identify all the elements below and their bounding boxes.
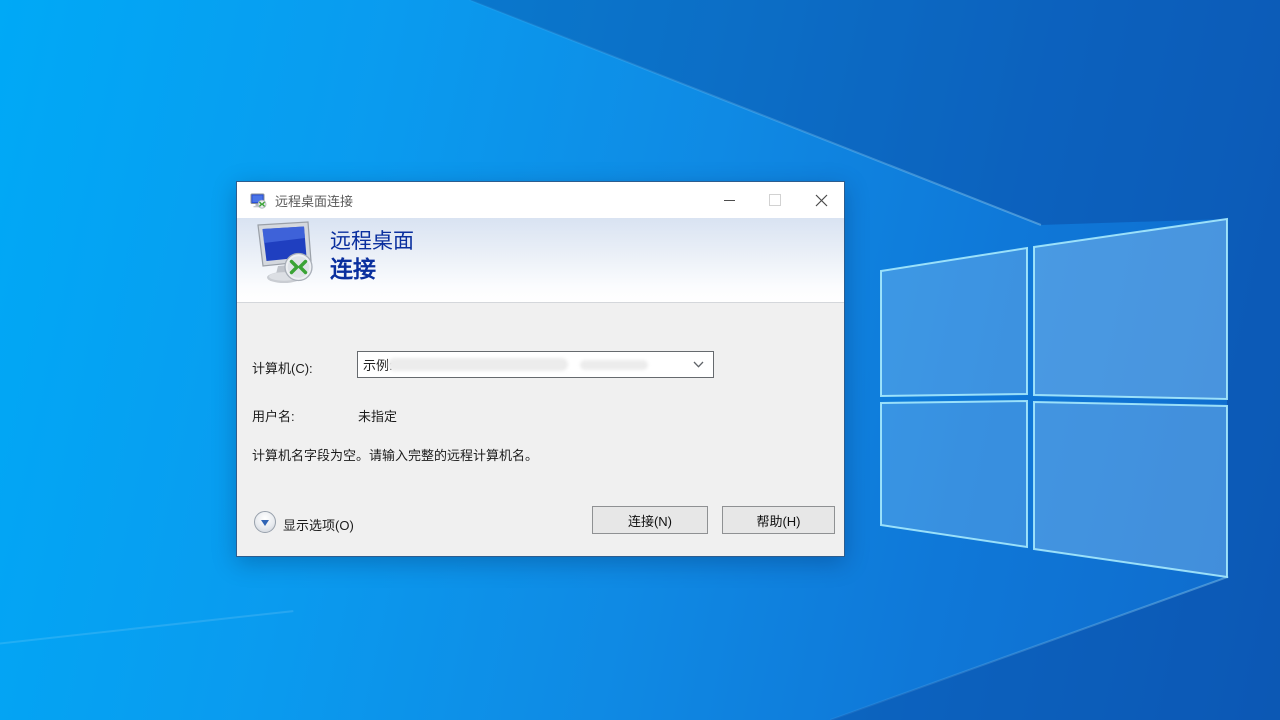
redacted-text-blur <box>388 358 568 371</box>
minimize-icon <box>723 199 735 201</box>
show-options-button[interactable] <box>254 511 276 533</box>
minimize-button[interactable] <box>706 182 752 218</box>
computer-combobox[interactable]: 示例: <box>357 351 714 378</box>
username-label: 用户名: <box>252 409 295 424</box>
help-button[interactable]: 帮助(H) <box>722 506 835 534</box>
maximize-icon <box>769 194 781 206</box>
redacted-text-blur <box>580 360 648 370</box>
options-expander-icon <box>261 519 269 526</box>
dialog-body: 计算机(C): 示例: 用户名: 未指定 计算机名字段为空。请输入完整的远程计算… <box>237 302 844 556</box>
banner-title-line2: 连接 <box>330 256 376 282</box>
combo-chevron-icon <box>693 361 704 368</box>
close-button[interactable] <box>798 182 844 218</box>
status-message: 计算机名字段为空。请输入完整的远程计算机名。 <box>252 448 539 463</box>
window-controls <box>706 182 844 218</box>
rdp-app-icon <box>250 193 267 209</box>
rdp-banner-icon <box>257 221 313 283</box>
window-title: 远程桌面连接 <box>275 193 354 209</box>
desktop: 远程桌面连接 远程桌面 连接 计算机(C): 示例: 用户名: 未指定 计算机名… <box>0 0 1280 720</box>
username-value: 未指定 <box>358 409 398 424</box>
show-options-label[interactable]: 显示选项(O) <box>283 515 354 534</box>
banner: 远程桌面 连接 <box>237 218 844 303</box>
close-icon <box>815 194 827 206</box>
computer-label: 计算机(C): <box>252 361 313 376</box>
maximize-button <box>752 182 798 218</box>
titlebar[interactable]: 远程桌面连接 <box>237 182 844 218</box>
connect-button[interactable]: 连接(N) <box>592 506 708 534</box>
banner-title: 远程桌面 连接 <box>330 229 414 283</box>
banner-title-line1: 远程桌面 <box>330 230 414 253</box>
rdp-dialog: 远程桌面连接 远程桌面 连接 计算机(C): 示例: 用户名: 未指定 计算机名… <box>236 181 845 557</box>
